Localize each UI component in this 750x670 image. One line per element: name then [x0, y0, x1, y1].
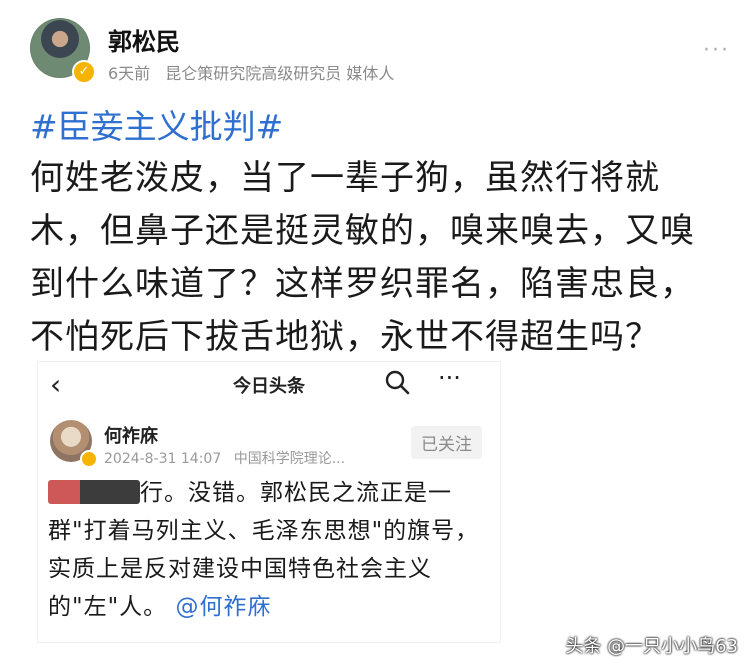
embed-verified-icon [80, 450, 98, 468]
embed-org: 中国科学院理论... [233, 451, 346, 467]
post-time: 6天前 [108, 64, 151, 83]
embed-meta: 2024-8-31 14:07 中国科学院理论... [104, 448, 353, 468]
follow-button[interactable]: 已关注 [411, 426, 482, 459]
watermark: 头条 @一只小小鸟63 [565, 636, 738, 657]
embed-more-icon[interactable]: ··· [438, 364, 461, 392]
embed-top-bar: ‹ 今日头条 ··· [38, 362, 500, 406]
author-name[interactable]: 郭松民 [108, 22, 180, 57]
more-icon[interactable]: ··· [703, 38, 730, 63]
embed-text: 行。没错。郭松民之流正是一群"打着马列主义、毛泽东思想"的旗号，实质上是反对建设… [48, 474, 488, 626]
embed-app-title: 今日头条 [233, 376, 305, 397]
search-icon[interactable] [383, 368, 411, 396]
author-meta: 6天前 昆仑策研究院高级研究员 媒体人 [108, 60, 404, 84]
embed-timestamp: 2024-8-31 14:07 [104, 451, 222, 467]
embed-user-row: 何祚庥 2024-8-31 14:07 中国科学院理论... 已关注 [50, 420, 490, 470]
redaction-scribble [48, 480, 140, 504]
embed-author-name[interactable]: 何祚庥 [104, 422, 158, 448]
post-header: ✓ 郭松民 6天前 昆仑策研究院高级研究员 媒体人 ··· [30, 18, 730, 84]
verified-icon: ✓ [72, 60, 96, 84]
author-title: 昆仑策研究院高级研究员 媒体人 [165, 64, 395, 83]
mention-link[interactable]: @何祚庥 [175, 594, 271, 620]
hashtag-link[interactable]: #臣妾主义批判# [30, 100, 283, 148]
embedded-screenshot: ‹ 今日头条 ··· 何祚庥 2024-8-31 14:07 中国科学院理论..… [38, 362, 500, 642]
post-body: 何姓老泼皮，当了一辈子狗，虽然行将就木，但鼻子还是挺灵敏的，嗅来嗅去，又嗅到什么… [30, 158, 695, 357]
